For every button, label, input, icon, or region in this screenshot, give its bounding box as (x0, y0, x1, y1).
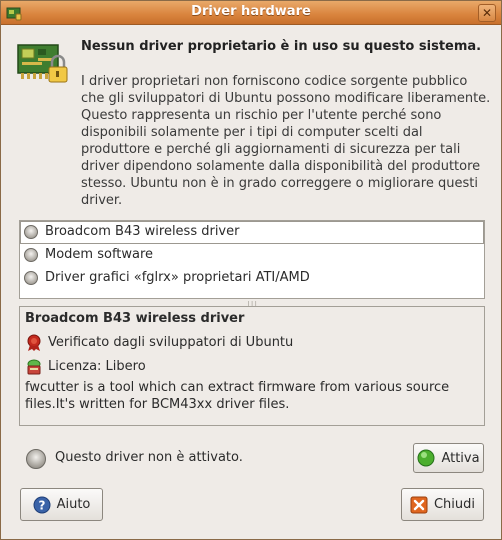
verified-row: Verificato dagli sviluppatori di Ubuntu (25, 333, 293, 353)
seal-icon (27, 334, 41, 351)
header-title: Nessun driver proprietario è in uso su q… (81, 39, 482, 54)
driver-item-label: Modem software (45, 247, 154, 262)
detail-description: fwcutter is a tool which can extract fir… (25, 380, 450, 412)
window-title: Driver hardware (191, 4, 311, 19)
help-label: Aiuto (56, 497, 91, 512)
activate-label: Attiva (441, 450, 480, 466)
verified-label: Verificato dagli sviluppatori di Ubuntu (48, 335, 294, 350)
driver-item-broadcom[interactable]: Broadcom B43 wireless driver (20, 221, 484, 244)
close-icon (410, 496, 428, 513)
help-button[interactable]: ? Aiuto (20, 488, 103, 521)
license-row: Licenza: Libero (25, 357, 146, 377)
activate-icon (417, 449, 435, 467)
activate-button[interactable]: Attiva (413, 443, 484, 473)
driver-status-icon (24, 248, 38, 262)
restricted-driver-icon (17, 44, 68, 83)
driver-item-fglrx[interactable]: Driver grafici «fglrx» proprietari ATI/A… (20, 267, 484, 290)
driver-status-icon (24, 271, 38, 285)
driver-inactive-icon (26, 449, 46, 469)
driver-item-modem[interactable]: Modem software (20, 244, 484, 267)
close-window-button[interactable]: ✕ (478, 4, 496, 22)
close-label: Chiudi (433, 497, 476, 512)
driver-item-label: Driver grafici «fglrx» proprietari ATI/A… (45, 270, 310, 285)
driver-list[interactable]: Broadcom B43 wireless driver Modem softw… (19, 220, 485, 299)
license-label: Licenza: Libero (48, 359, 146, 374)
help-icon: ? (33, 496, 51, 513)
license-icon (27, 359, 41, 375)
svg-text:?: ? (38, 498, 45, 512)
driver-hardware-window: Driver hardware ✕ Nessun driver propriet… (0, 0, 502, 540)
driver-status-icon (24, 225, 38, 239)
driver-item-label: Broadcom B43 wireless driver (45, 224, 240, 239)
title-bar[interactable]: Driver hardware ✕ (1, 1, 501, 25)
header-description: I driver proprietari non forniscono codi… (81, 74, 491, 208)
close-button[interactable]: Chiudi (401, 488, 484, 521)
close-icon: ✕ (481, 6, 493, 20)
detail-title: Broadcom B43 wireless driver (25, 311, 245, 326)
driver-detail-panel: Broadcom B43 wireless driver Verificato … (19, 306, 485, 426)
driver-status-text: Questo driver non è attivato. (55, 450, 243, 465)
